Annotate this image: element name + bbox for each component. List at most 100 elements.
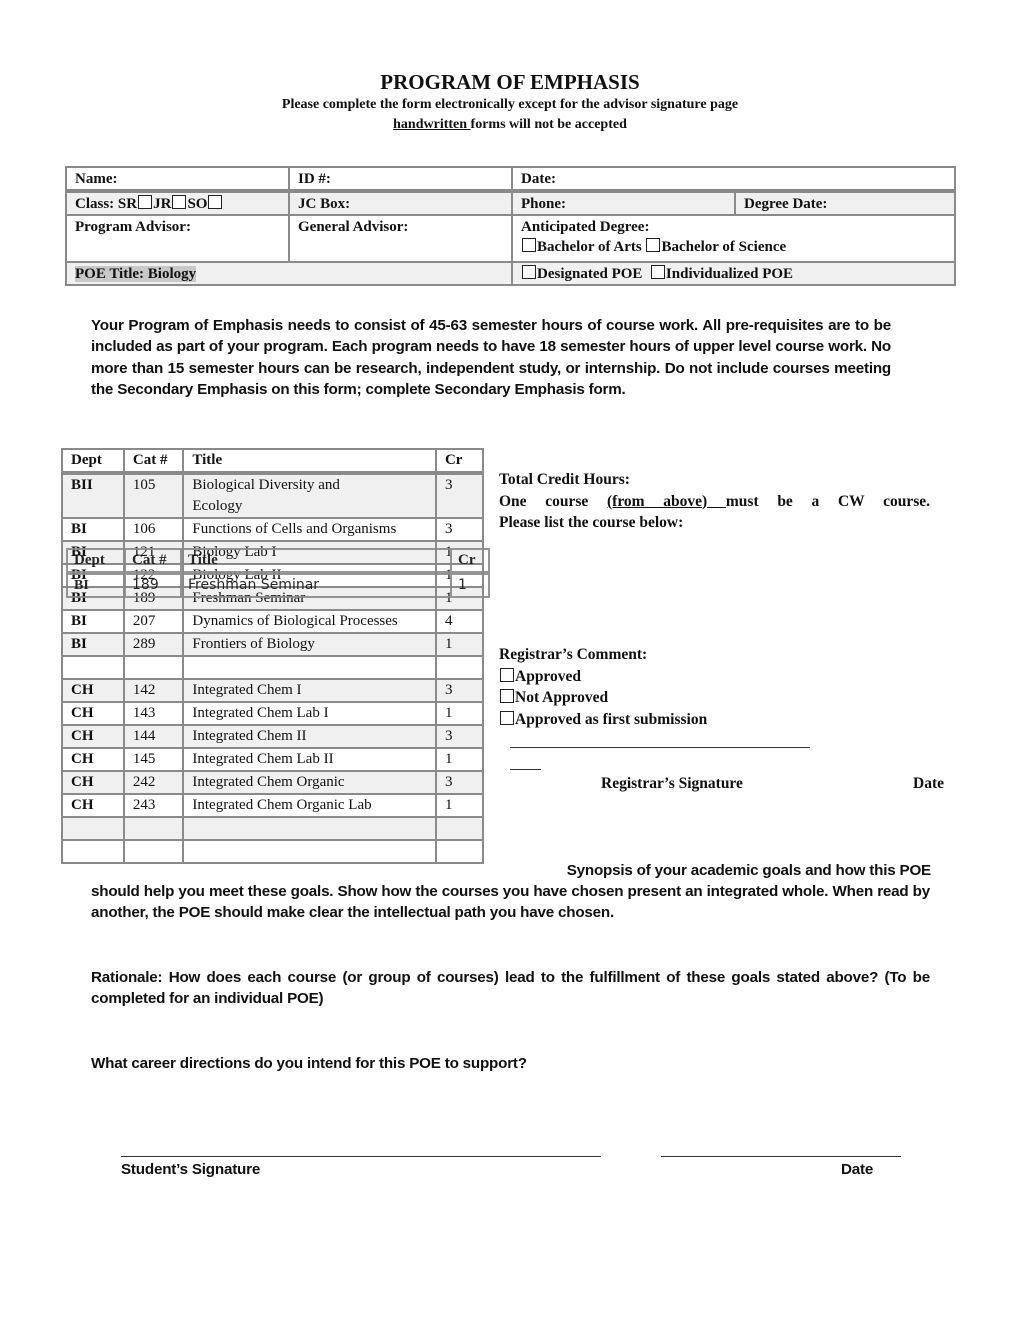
- registrar-comment: Registrar’s Comment: Approved Not Approv…: [499, 644, 707, 730]
- phone-field[interactable]: Phone:: [511, 190, 736, 216]
- course-cat[interactable]: 143: [122, 701, 185, 726]
- course-cat[interactable]: [122, 839, 185, 864]
- course-title[interactable]: Functions of Cells and Organisms: [182, 517, 437, 542]
- course-cat[interactable]: 243: [122, 793, 185, 818]
- first-submission-checkbox[interactable]: [500, 710, 514, 725]
- not-approved-checkbox[interactable]: [500, 689, 514, 703]
- class-jr-checkbox[interactable]: [172, 195, 187, 209]
- approved-option: Approved: [499, 666, 707, 688]
- bachelor-science-checkbox[interactable]: [646, 238, 661, 252]
- course-credit[interactable]: 1: [434, 701, 485, 726]
- class-label: Class:: [75, 196, 118, 212]
- course-row: [61, 816, 485, 841]
- course-cat[interactable]: 207: [122, 609, 185, 634]
- overlay-col-cat: Cat #: [124, 548, 182, 575]
- overlay-cat[interactable]: 189: [124, 572, 182, 598]
- course-dept[interactable]: CH: [61, 793, 125, 818]
- jc-box-field[interactable]: JC Box:: [288, 190, 513, 216]
- course-dept[interactable]: BI: [61, 609, 125, 634]
- course-cat[interactable]: [122, 655, 185, 680]
- course-title[interactable]: [182, 839, 437, 864]
- course-cat[interactable]: 242: [122, 770, 185, 795]
- course-credit[interactable]: 3: [434, 678, 485, 703]
- course-title[interactable]: Frontiers of Biology: [182, 632, 437, 657]
- course-row: CH 243 Integrated Chem Organic Lab 1: [61, 793, 485, 818]
- degree-date-field[interactable]: Degree Date:: [734, 190, 956, 216]
- poe-type-field: Designated POE Individualized POE: [511, 261, 956, 286]
- overlay-table: Dept Cat # Title Cr BI 189 Freshman Semi…: [66, 548, 490, 598]
- poe-title: POE Title: Biology: [75, 266, 197, 282]
- course-title[interactable]: Integrated Chem II: [182, 724, 437, 749]
- poe-title-field[interactable]: POE Title: Biology: [65, 261, 513, 286]
- course-dept[interactable]: [61, 839, 125, 864]
- course-title[interactable]: Integrated Chem Organic: [182, 770, 437, 795]
- course-title[interactable]: Biological Diversity and Ecology: [182, 472, 437, 519]
- student-date-line[interactable]: [661, 1156, 901, 1157]
- cw-requirement: One course (from above) must be a CW cou…: [499, 491, 930, 513]
- course-dept[interactable]: CH: [61, 724, 125, 749]
- course-dept[interactable]: BI: [61, 517, 125, 542]
- course-credit[interactable]: [434, 839, 485, 864]
- overlay-title[interactable]: Freshman Seminar: [180, 572, 452, 598]
- course-credit[interactable]: [434, 816, 485, 841]
- course-cat[interactable]: 144: [122, 724, 185, 749]
- course-title[interactable]: Integrated Chem I: [182, 678, 437, 703]
- program-advisor-field[interactable]: Program Advisor:: [65, 214, 290, 263]
- designated-poe-label: Designated POE: [537, 266, 643, 282]
- student-signature-label: Student’s Signature: [121, 1161, 261, 1178]
- cw-list-label: Please list the course below:: [499, 514, 684, 531]
- course-title[interactable]: [182, 655, 437, 680]
- date-field[interactable]: Date:: [511, 166, 956, 193]
- course-credit[interactable]: [434, 655, 485, 680]
- student-date-label: Date: [841, 1161, 874, 1178]
- course-dept[interactable]: [61, 816, 125, 841]
- course-dept[interactable]: BI: [61, 632, 125, 657]
- general-advisor-field[interactable]: General Advisor:: [288, 214, 513, 263]
- overlay-cr[interactable]: 1: [450, 572, 490, 598]
- course-credit[interactable]: 3: [434, 517, 485, 542]
- course-cat[interactable]: 106: [122, 517, 185, 542]
- synopsis-start: Synopsis of your academic goals and how …: [566, 862, 931, 879]
- course-credit[interactable]: 1: [434, 632, 485, 657]
- course-dept[interactable]: BII: [61, 472, 125, 519]
- course-credit[interactable]: 3: [434, 472, 485, 519]
- course-credit[interactable]: 4: [434, 609, 485, 634]
- course-dept[interactable]: CH: [61, 770, 125, 795]
- class-sr-checkbox[interactable]: [138, 195, 153, 209]
- student-info-table: Name: ID #: Date: Class: SR JR SO JC Box: …: [65, 166, 956, 286]
- course-dept[interactable]: CH: [61, 701, 125, 726]
- career-prompt: What career directions do you intend for…: [91, 1055, 527, 1072]
- not-approved-label: Not Approved: [515, 689, 609, 706]
- date-label: Date:: [521, 171, 556, 187]
- course-credit[interactable]: 3: [434, 770, 485, 795]
- class-so-checkbox[interactable]: [208, 195, 223, 209]
- course-dept[interactable]: CH: [61, 747, 125, 772]
- course-dept[interactable]: CH: [61, 678, 125, 703]
- course-credit[interactable]: 1: [434, 793, 485, 818]
- name-field[interactable]: Name:: [65, 166, 290, 193]
- first-submission-label: Approved as first submission: [515, 710, 708, 728]
- course-cat[interactable]: 105: [122, 472, 185, 519]
- course-cat[interactable]: [122, 816, 185, 841]
- course-title[interactable]: Dynamics of Biological Processes: [182, 609, 437, 634]
- course-credit[interactable]: 1: [434, 747, 485, 772]
- course-title[interactable]: Integrated Chem Lab I: [182, 701, 437, 726]
- course-cat[interactable]: 142: [122, 678, 185, 703]
- registrar-signature-line[interactable]: [510, 747, 810, 748]
- id-field[interactable]: ID #:: [288, 166, 513, 193]
- course-row: BI 106 Functions of Cells and Organisms 3: [61, 517, 485, 542]
- bachelor-arts-checkbox[interactable]: [522, 238, 536, 252]
- designated-poe-checkbox[interactable]: [522, 265, 536, 279]
- student-signature-line[interactable]: [121, 1156, 601, 1157]
- not-approved-option: Not Approved: [499, 687, 707, 709]
- course-title[interactable]: Integrated Chem Lab II: [182, 747, 437, 772]
- course-title[interactable]: Integrated Chem Organic Lab: [182, 793, 437, 818]
- course-dept[interactable]: [61, 655, 125, 680]
- course-cat[interactable]: 145: [122, 747, 185, 772]
- course-title[interactable]: [182, 816, 437, 841]
- course-credit[interactable]: 3: [434, 724, 485, 749]
- overlay-dept[interactable]: BI: [66, 572, 126, 598]
- individualized-poe-checkbox[interactable]: [650, 265, 665, 279]
- approved-checkbox[interactable]: [500, 667, 514, 682]
- course-cat[interactable]: 289: [122, 632, 185, 657]
